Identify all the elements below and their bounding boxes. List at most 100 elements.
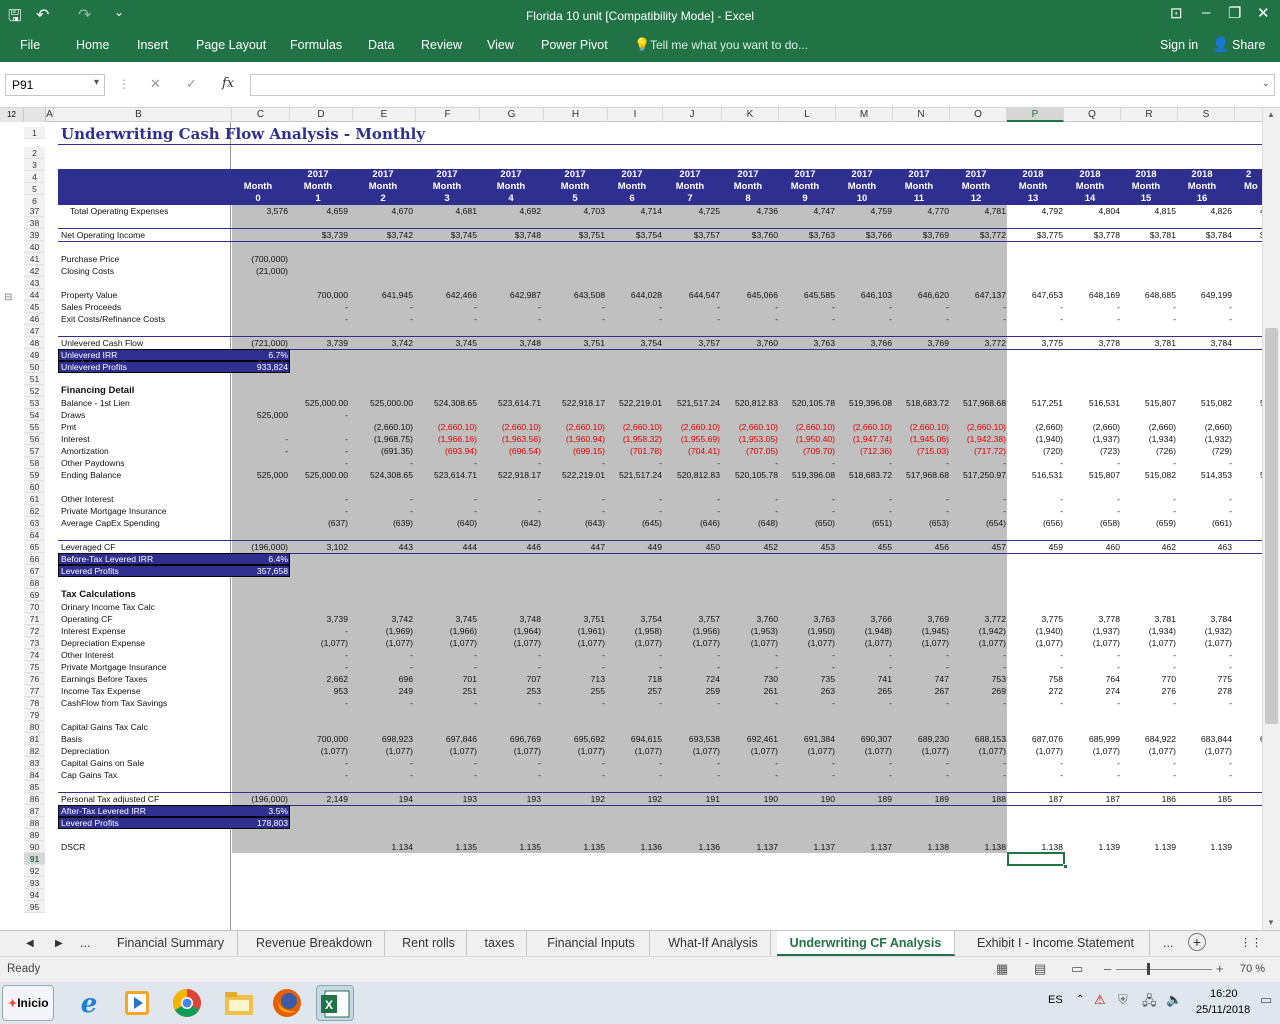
row-header[interactable]: 65 (24, 541, 45, 553)
cell-value[interactable]: (2,660.10) (407, 421, 477, 433)
cell-value[interactable]: 2,149 (278, 793, 348, 805)
cell-value[interactable]: (700,000) (218, 253, 288, 265)
cell-value[interactable]: (661) (1162, 517, 1232, 529)
tab-data[interactable]: Data (368, 38, 394, 52)
row-header[interactable]: 5 (24, 183, 45, 195)
cell-value[interactable]: - (1162, 697, 1232, 709)
tab-formulas[interactable]: Formulas (290, 38, 342, 52)
cell-value[interactable]: 523,614.71 (407, 469, 477, 481)
row-header[interactable]: 2 (24, 147, 45, 159)
row-header[interactable]: 75 (24, 661, 45, 673)
cell-value[interactable]: (1,077) (1162, 637, 1232, 649)
row-header[interactable]: 77 (24, 685, 45, 697)
cell-value[interactable]: 3.5% (218, 805, 288, 817)
cell-value[interactable]: 522,918.17 (471, 469, 541, 481)
cell-value[interactable]: 3,739 (278, 613, 348, 625)
row-header[interactable]: 73 (24, 637, 45, 649)
column-header-j[interactable]: J (663, 108, 722, 122)
row-header[interactable]: 83 (24, 757, 45, 769)
cell-value[interactable]: 4,692 (471, 205, 541, 217)
more-tabs-right[interactable]: ... (1163, 936, 1173, 950)
row-header[interactable]: 80 (24, 721, 45, 733)
cell-value[interactable]: - (471, 697, 541, 709)
firefox-icon[interactable] (268, 985, 306, 1021)
cell-value[interactable]: 2,662 (278, 673, 348, 685)
row-header[interactable]: 54 (24, 409, 45, 421)
row-header[interactable]: 70 (24, 601, 45, 613)
cell-value[interactable]: - (471, 301, 541, 313)
cell-value[interactable]: 178,803 (218, 817, 288, 829)
cell-value[interactable]: 249 (343, 685, 413, 697)
cell-value[interactable]: - (407, 457, 477, 469)
row-header[interactable]: 87 (24, 805, 45, 817)
row-header[interactable]: 95 (24, 901, 45, 913)
row-header[interactable]: 86 (24, 793, 45, 805)
cell-value[interactable]: - (343, 697, 413, 709)
cell-value[interactable]: - (278, 433, 348, 445)
tab-view[interactable]: View (487, 38, 514, 52)
cell-value[interactable]: (1,077) (471, 637, 541, 649)
cell-value[interactable]: 3,742 (343, 613, 413, 625)
sign-in-link[interactable]: Sign in (1160, 38, 1198, 52)
row-header[interactable]: 39 (24, 229, 45, 241)
column-header-n[interactable]: N (893, 108, 950, 122)
column-header-g[interactable]: G (480, 108, 544, 122)
column-header-p[interactable]: P (1007, 108, 1064, 122)
cell-value[interactable]: 514,353 (1162, 469, 1232, 481)
cell-value[interactable]: - (278, 301, 348, 313)
cell-value[interactable]: 697,846 (407, 733, 477, 745)
cell-value[interactable]: - (278, 697, 348, 709)
cell-value[interactable]: 933,824 (218, 361, 288, 373)
cell-value[interactable]: (1,968.75) (343, 433, 413, 445)
row-header[interactable]: 51 (24, 373, 45, 385)
outline-level-buttons[interactable]: 12 (0, 108, 24, 122)
cell-value[interactable]: - (278, 625, 348, 637)
row-header[interactable]: 85 (24, 781, 45, 793)
cell-value[interactable]: (639) (343, 517, 413, 529)
tab-power-pivot[interactable]: Power Pivot (541, 38, 608, 52)
cell-value[interactable]: 3,745 (407, 613, 477, 625)
cell-value[interactable]: 185 (1162, 793, 1232, 805)
start-button[interactable]: ✦Inicio (2, 985, 54, 1021)
cell-value[interactable]: 700,000 (278, 733, 348, 745)
cancel-icon[interactable]: ✕ (150, 76, 161, 92)
cell-value[interactable]: - (407, 697, 477, 709)
cell-value[interactable]: 642,987 (471, 289, 541, 301)
cell-value[interactable]: - (278, 649, 348, 661)
cell-value[interactable]: - (343, 757, 413, 769)
cell-value[interactable]: 696 (343, 673, 413, 685)
row-header[interactable]: 71 (24, 613, 45, 625)
tab-file[interactable]: File (20, 38, 40, 52)
expand-formula-icon[interactable]: ⌄ (1262, 78, 1270, 89)
row-header[interactable]: 63 (24, 517, 45, 529)
cell-value[interactable]: - (1162, 313, 1232, 325)
cell-value[interactable]: 1.135 (407, 841, 477, 853)
cell-value[interactable]: - (343, 661, 413, 673)
formula-input[interactable]: ⌄ (250, 74, 1275, 96)
cell-value[interactable]: - (1162, 301, 1232, 313)
cell-value[interactable]: - (407, 769, 477, 781)
cell-value[interactable]: 641,945 (343, 289, 413, 301)
row-header[interactable]: 91 (24, 853, 45, 865)
row-header[interactable]: 44 (24, 289, 45, 301)
cell-value[interactable]: (691.35) (343, 445, 413, 457)
ribbon-display-options-icon[interactable]: ⊡ (1170, 4, 1183, 22)
cell-value[interactable]: (1,077) (343, 745, 413, 757)
sheet-tab[interactable]: Financial Inputs (533, 931, 650, 956)
row-header[interactable]: 56 (24, 433, 45, 445)
cell-value[interactable]: (637) (278, 517, 348, 529)
scroll-tabs-left-icon[interactable]: ◀ (26, 938, 34, 949)
row-header[interactable]: 43 (24, 277, 45, 289)
tab-review[interactable]: Review (421, 38, 462, 52)
enter-icon[interactable]: ✓ (186, 76, 197, 92)
cell-value[interactable]: 4,670 (343, 205, 413, 217)
cell-value[interactable]: 194 (343, 793, 413, 805)
row-header[interactable]: 81 (24, 733, 45, 745)
row-header[interactable]: 52 (24, 385, 45, 397)
row-header[interactable]: 55 (24, 421, 45, 433)
cell-value[interactable]: 3,745 (407, 337, 477, 349)
cell-value[interactable]: - (471, 769, 541, 781)
excel-taskbar-icon[interactable]: X (316, 985, 354, 1021)
cell-value[interactable]: - (343, 769, 413, 781)
chevron-down-icon[interactable]: ▾ (94, 77, 99, 88)
